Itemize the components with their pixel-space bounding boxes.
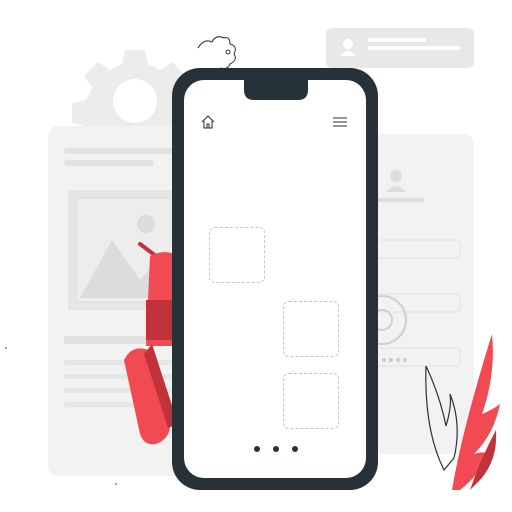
home-icon <box>201 115 215 129</box>
placeholder-slot-1[interactable] <box>209 227 265 283</box>
phone-notch <box>244 80 308 100</box>
page-indicator[interactable] <box>254 444 298 454</box>
page-dot <box>273 446 279 452</box>
phone-screen <box>184 102 368 480</box>
page-dot <box>254 446 260 452</box>
placeholder-slot-2[interactable] <box>283 301 339 357</box>
placeholder-slot-3[interactable] <box>283 373 339 429</box>
sparkle-doodle <box>197 36 236 69</box>
user-card <box>326 28 474 68</box>
menu-button[interactable] <box>332 114 348 130</box>
page-dot <box>292 446 298 452</box>
hamburger-menu-icon <box>333 117 347 127</box>
home-button[interactable] <box>200 114 216 130</box>
